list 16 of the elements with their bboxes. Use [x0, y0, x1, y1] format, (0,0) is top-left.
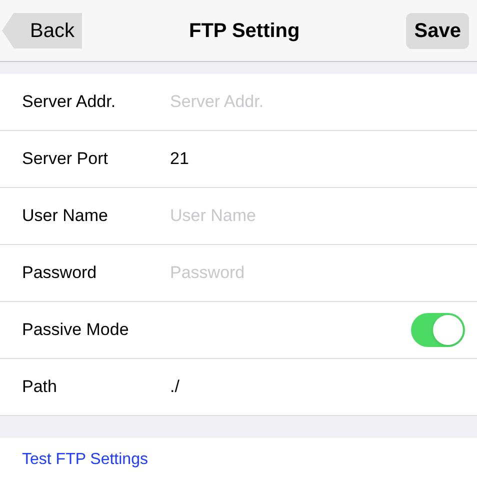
text-field[interactable]: Server Addr. — [170, 89, 465, 115]
row-label: Server Addr. — [22, 91, 117, 114]
row-label: Passive Mode — [22, 319, 130, 342]
nav-title: FTP Setting — [189, 18, 300, 44]
save-button[interactable]: Save — [406, 12, 469, 48]
text-field[interactable]: User Name — [170, 203, 465, 229]
row-label: Password — [22, 262, 98, 284]
text-field[interactable]: Password — [170, 260, 465, 286]
text-field[interactable]: 21 — [170, 146, 465, 172]
text-field[interactable]: ./ — [170, 374, 465, 400]
row-label: User Name — [22, 205, 109, 228]
toggle-switch[interactable] — [411, 313, 465, 347]
test-ftp-link[interactable]: Test FTP Settings — [22, 451, 148, 468]
row-label: Server Port — [22, 148, 109, 170]
row-label: Path — [22, 376, 58, 398]
back-button[interactable]: Back — [2, 12, 82, 48]
